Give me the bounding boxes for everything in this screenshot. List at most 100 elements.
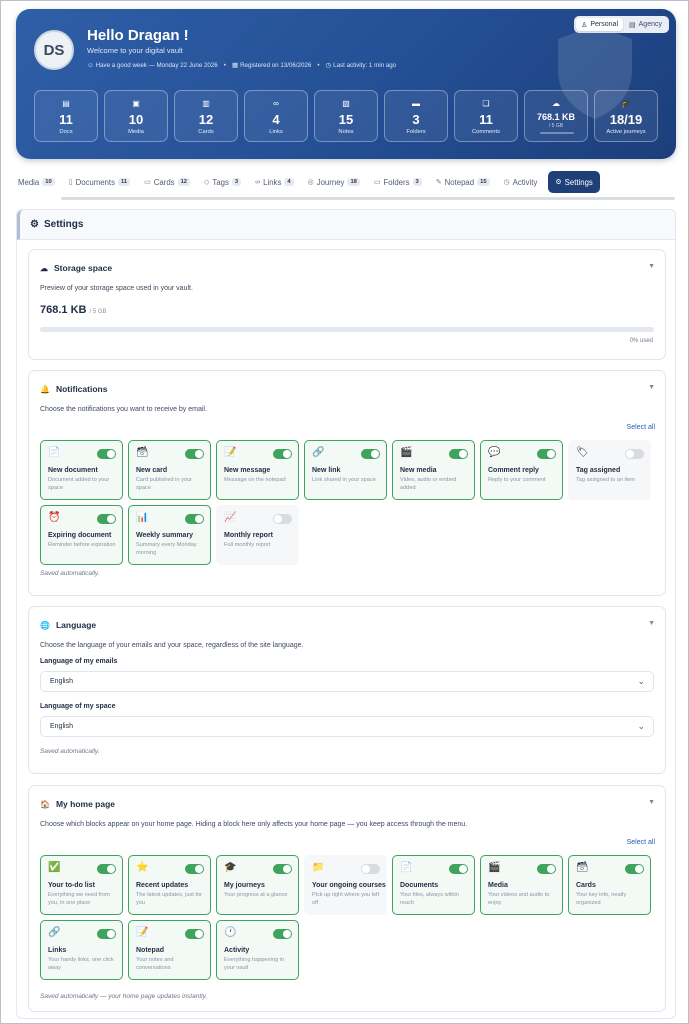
- tab-settings[interactable]: ⚙ Settings: [548, 171, 600, 193]
- notification-name: New link: [312, 467, 341, 474]
- toggle-switch[interactable]: [273, 514, 292, 524]
- notification-tile[interactable]: 📄 New document Document added to your spac…: [40, 440, 123, 500]
- chevron-down-icon[interactable]: ▼: [648, 799, 655, 806]
- stat-links[interactable]: ∞ 4 Links: [244, 90, 308, 142]
- tab-folders[interactable]: ▭ Folders 3: [367, 171, 429, 193]
- home-block-tile[interactable]: 📁 Your ongoing courses Pick up right where…: [304, 855, 387, 915]
- home-block-tile[interactable]: 📝 Notepad Your notes and conversations: [128, 920, 211, 980]
- notification-tile[interactable]: 💬 Comment reply Reply to your comment: [480, 440, 563, 500]
- stat-folders[interactable]: ▬ 3 Folders: [384, 90, 448, 142]
- avatar[interactable]: DS: [34, 30, 74, 70]
- chevron-down-icon: ⌄: [637, 721, 645, 731]
- comments-icon: ❏: [482, 99, 490, 108]
- stat-cards[interactable]: ▥ 12 Cards: [174, 90, 238, 142]
- toggle-switch[interactable]: [97, 449, 116, 459]
- chevron-down-icon[interactable]: ▼: [648, 263, 655, 270]
- folder-icon: 📁: [312, 862, 325, 873]
- notification-desc: Document added to your space: [48, 477, 110, 491]
- notifications-title[interactable]: 🔔 Notifications: [40, 384, 107, 394]
- notification-tile[interactable]: 🗃 New card Card published in your space: [128, 440, 211, 500]
- home-block-tile[interactable]: 🎓 My journeys Your progress at a glance: [216, 855, 299, 915]
- tab-tags[interactable]: ◇ Tags 3: [197, 171, 248, 193]
- comment-icon: 💬: [488, 447, 501, 458]
- home-block-tile[interactable]: 📄 Documents Your files, always within reac…: [392, 855, 475, 915]
- tag-icon: ◇: [204, 179, 210, 186]
- stat-journeys[interactable]: 🎓 18/19 Active journeys: [594, 90, 658, 142]
- space-language-select[interactable]: English ⌄: [40, 716, 654, 737]
- stat-comments[interactable]: ❏ 11 Comments: [454, 90, 518, 142]
- notification-tile[interactable]: ⏰ Expiring document Reminder before expira…: [40, 505, 123, 565]
- agency-toggle[interactable]: ▤ Agency: [624, 18, 667, 31]
- emails-language-select[interactable]: English ⌄: [40, 671, 654, 692]
- toggle-switch[interactable]: [537, 449, 556, 459]
- toggle-switch[interactable]: [361, 864, 380, 874]
- toggle-switch[interactable]: [185, 514, 204, 524]
- toggle-switch[interactable]: [185, 864, 204, 874]
- link-icon: ∞: [273, 99, 279, 108]
- tabs-scrollbar[interactable]: [61, 197, 675, 200]
- notification-tile[interactable]: 📈 Monthly report Full monthly report: [216, 505, 299, 565]
- storage-title[interactable]: ☁ Storage space: [40, 263, 112, 273]
- select-all-blocks[interactable]: Select all: [627, 839, 655, 846]
- notification-name: New media: [400, 467, 437, 474]
- select-all-notifications[interactable]: Select all: [627, 424, 655, 431]
- chevron-down-icon[interactable]: ▼: [648, 620, 655, 627]
- toggle-switch[interactable]: [537, 864, 556, 874]
- chevron-down-icon[interactable]: ▼: [648, 384, 655, 391]
- globe-icon: 🌐: [40, 620, 50, 630]
- notification-tile[interactable]: 🎬 New media Video, audio or embed added: [392, 440, 475, 500]
- toggle-switch[interactable]: [361, 449, 380, 459]
- toggle-switch[interactable]: [449, 449, 468, 459]
- personal-toggle[interactable]: ♙ Personal: [576, 18, 624, 31]
- toggle-switch[interactable]: [625, 864, 644, 874]
- card-icon: 🗃: [136, 447, 149, 458]
- stat-notes[interactable]: ▧ 15 Notes: [314, 90, 378, 142]
- language-title[interactable]: 🌐 Language: [40, 620, 96, 630]
- tab-activity[interactable]: ◷ Activity: [497, 171, 545, 193]
- toggle-switch[interactable]: [449, 864, 468, 874]
- notification-tile[interactable]: 🏷 Tag assigned Tag assigned to an item: [568, 440, 651, 500]
- toggle-switch[interactable]: [625, 449, 644, 459]
- storage-used: 768.1 KB / 5 GB: [40, 304, 107, 316]
- toggle-switch[interactable]: [185, 449, 204, 459]
- stat-storage[interactable]: ☁ 768.1 KB/ 5 GB: [524, 90, 588, 142]
- stat-media[interactable]: ▣ 10 Media: [104, 90, 168, 142]
- checkbox-icon: ✅: [48, 862, 61, 873]
- tab-journey[interactable]: ◎ Journey 18: [301, 171, 367, 193]
- bell-icon: 🔔: [40, 384, 50, 394]
- toggle-switch[interactable]: [273, 449, 292, 459]
- tab-media[interactable]: Media 10: [16, 171, 62, 193]
- cards-icon: ▭: [144, 179, 151, 186]
- tab-cards[interactable]: ▭ Cards 12: [137, 171, 197, 193]
- toggle-switch[interactable]: [97, 514, 116, 524]
- home-block-tile[interactable]: 🎬 Media Your videos and audio to enjoy: [480, 855, 563, 915]
- home-block-name: Recent updates: [136, 882, 189, 889]
- activity-icon: ◷: [503, 179, 510, 186]
- notification-tile[interactable]: 🔗 New link Link shared in your space: [304, 440, 387, 500]
- home-page-title[interactable]: 🏠 My home page: [40, 799, 115, 809]
- tab-links[interactable]: ∞ Links 4: [248, 171, 300, 193]
- home-block-tile[interactable]: ✅ Your to-do list Everything we need from …: [40, 855, 123, 915]
- star-icon: ⭐: [136, 862, 149, 873]
- toggle-switch[interactable]: [273, 864, 292, 874]
- toggle-switch[interactable]: [97, 929, 116, 939]
- home-page-card: 🏠 My home page ▼ Choose which blocks appe…: [28, 785, 666, 1012]
- tab-documents[interactable]: ▯ Documents 11: [62, 171, 137, 193]
- stat-docs[interactable]: ▤ 11 Docs: [34, 90, 98, 142]
- toggle-switch[interactable]: [273, 929, 292, 939]
- toggle-switch[interactable]: [97, 864, 116, 874]
- home-block-tile[interactable]: 🗃 Cards Your key info, neatly organized: [568, 855, 651, 915]
- home-block-tile[interactable]: 🔗 Links Your handy links, one click away: [40, 920, 123, 980]
- account-switch: ♙ Personal ▤ Agency: [574, 16, 669, 33]
- home-block-tile[interactable]: ⭐ Recent updates The latest updates, just …: [128, 855, 211, 915]
- document-icon: 📄: [48, 447, 61, 458]
- notification-desc: Reply to your comment: [488, 477, 546, 483]
- tab-notepad[interactable]: ✎ Notepad 15: [429, 171, 497, 193]
- hero-meta: ☺ Have a good week — Monday 22 June 2026 …: [87, 61, 397, 70]
- notifications-desc: Choose the notifications you want to rec…: [40, 406, 207, 413]
- user-icon: ♙: [581, 21, 588, 29]
- notification-tile[interactable]: 📊 Weekly summary Summary every Monday morn…: [128, 505, 211, 565]
- home-block-tile[interactable]: 🕐 Activity Everything happening in your va…: [216, 920, 299, 980]
- toggle-switch[interactable]: [185, 929, 204, 939]
- notification-tile[interactable]: 📝 New message Message on the notepad: [216, 440, 299, 500]
